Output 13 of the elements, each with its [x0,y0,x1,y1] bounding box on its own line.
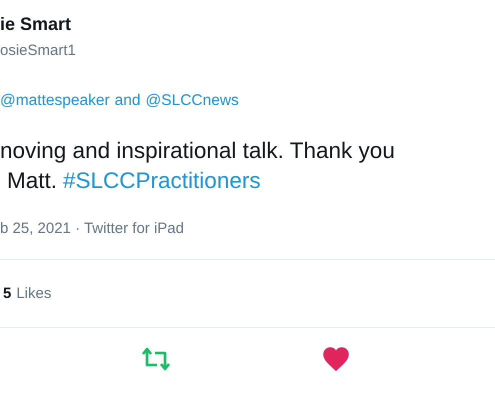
mention-link[interactable]: @SLCCnews [146,90,239,112]
author-handle: osieSmart1 [0,41,77,61]
heart-icon[interactable] [323,347,349,371]
likes-label: Likes [16,285,52,302]
likes-count: 5 [2,285,12,302]
author-name[interactable]: ie Smart [0,0,495,36]
tweet-text: noving and inspirational talk. Thank you [0,137,395,165]
mention-link[interactable]: @mattespeaker [0,90,110,112]
retweet-icon[interactable] [141,347,171,371]
tweet-text: Matt. [7,167,58,195]
hashtag-link[interactable]: #SLCCPractitioners [63,166,261,196]
tweet-date: b 25, 2021 · Twitter for iPad [0,219,185,239]
joiner-text: and [114,91,141,111]
